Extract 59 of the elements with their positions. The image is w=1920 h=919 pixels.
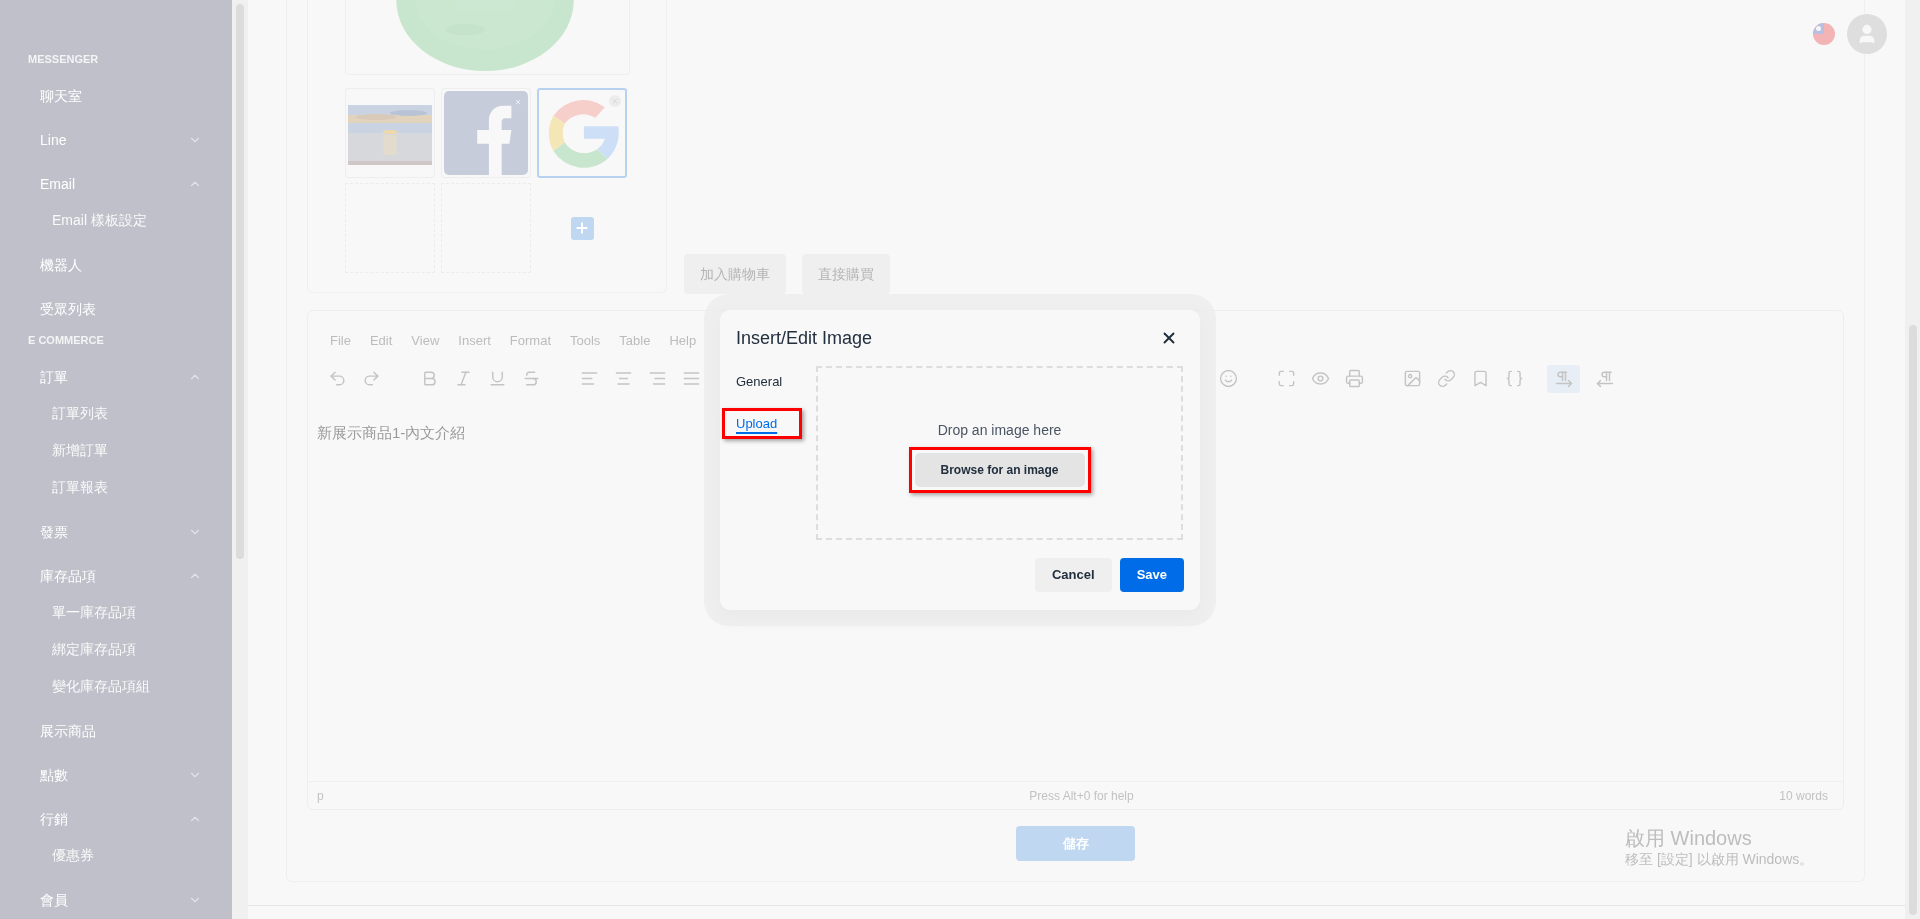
drop-hint: Drop an image here	[937, 421, 1062, 440]
align-left-icon[interactable]	[580, 369, 599, 388]
menu-item[interactable]: Insert	[458, 330, 491, 351]
bookmark-icon[interactable]	[1471, 369, 1490, 388]
undo-icon[interactable]	[328, 369, 347, 388]
sidebar-item[interactable]: 點數	[0, 753, 232, 797]
plus-icon	[574, 220, 590, 236]
pilcrow-right-icon	[1554, 369, 1573, 388]
smile-icon[interactable]	[1219, 369, 1238, 388]
add-image-button[interactable]	[570, 216, 594, 240]
sidebar-item[interactable]: 發票	[0, 510, 232, 554]
menu-item[interactable]: File	[330, 330, 351, 351]
save-button[interactable]: 儲存	[1016, 826, 1135, 861]
menu-item[interactable]: Edit	[369, 330, 393, 351]
dialog-title: Insert/Edit Image	[736, 326, 873, 350]
editor-content[interactable]: 新展示商品1-內文介紹	[317, 422, 466, 445]
avatar[interactable]	[1847, 14, 1887, 54]
underline-icon[interactable]	[488, 369, 507, 388]
sidebar-subitem[interactable]: 新增訂單	[0, 432, 232, 469]
sidebar-item[interactable]: 展示商品	[0, 709, 232, 753]
sidebar-item[interactable]: 受眾列表	[0, 287, 232, 331]
printer-icon[interactable]	[1345, 369, 1364, 388]
menu-item[interactable]: Table	[619, 330, 651, 351]
braces-icon[interactable]	[1505, 369, 1524, 388]
align-right-icon[interactable]	[648, 369, 667, 388]
link-icon[interactable]	[1437, 369, 1456, 388]
redo-icon[interactable]	[362, 369, 381, 388]
ltr-button[interactable]	[1547, 364, 1580, 393]
align-center-icon[interactable]	[614, 369, 633, 388]
sidebar-item[interactable]: Line	[0, 118, 232, 162]
align-justify-icon[interactable]	[682, 369, 701, 388]
image-icon[interactable]	[1403, 369, 1422, 388]
menu-item[interactable]: View	[411, 330, 440, 351]
browse-button[interactable]: Browse for an image	[914, 453, 1085, 487]
activation-title: 啟用 Windows	[1625, 826, 1753, 850]
italic-icon[interactable]	[454, 369, 473, 388]
fullscreen-icon[interactable]	[1277, 369, 1296, 388]
pilcrow-left-icon	[1595, 369, 1614, 388]
sidebar-subitem[interactable]: 訂單報表	[0, 469, 232, 506]
sidebar-subitem[interactable]: 變化庫存品項組	[0, 668, 232, 705]
sidebar-item[interactable]: 聊天室	[0, 74, 232, 118]
activation-text: 移至 [設定] 以啟用 Windows。	[1625, 850, 1814, 868]
drop-zone[interactable]: Drop an image here Browse for an image	[816, 366, 1183, 540]
dialog-tab[interactable]: General	[722, 366, 802, 398]
save-button[interactable]: Save	[1119, 558, 1184, 592]
dialog-tab[interactable]: Upload	[722, 407, 802, 439]
menu-item[interactable]: Format	[509, 330, 551, 351]
sidebar-subitem[interactable]: 綁定庫存品項	[0, 631, 232, 668]
sidebar-item[interactable]: 會員	[0, 878, 232, 919]
cancel-button[interactable]: Cancel	[1035, 558, 1112, 592]
sidebar-scrollbar[interactable]	[232, 0, 248, 919]
remove-icon[interactable]	[609, 95, 621, 107]
menu-item[interactable]: Help	[669, 330, 697, 351]
menu-item[interactable]: Tools	[570, 330, 601, 351]
eye-icon[interactable]	[1311, 369, 1330, 388]
strikethrough-icon[interactable]	[522, 369, 541, 388]
remove-icon[interactable]	[514, 98, 522, 106]
page-scrollbar[interactable]	[1905, 0, 1920, 919]
sidebar-item[interactable]: 機器人	[0, 243, 232, 287]
